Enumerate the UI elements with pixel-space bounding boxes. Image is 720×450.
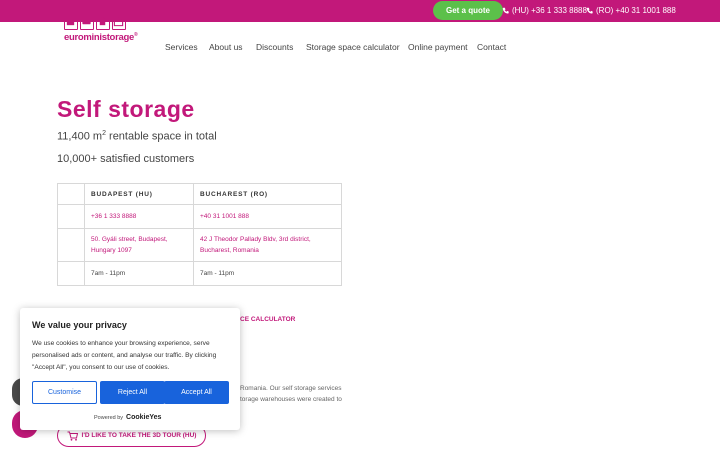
powered-by-text: Powered by [94, 414, 124, 421]
address-budapest-link[interactable]: 50. Gyáli street, Budapest, Hungary 1097 [84, 228, 194, 262]
table-header-empty [57, 183, 85, 205]
header-budapest: BUDAPEST (HU) [84, 183, 194, 205]
cookie-text: We use cookies to enhance your browsing … [32, 340, 217, 371]
hours-budapest: 7am - 11pm [84, 261, 194, 286]
cookieyes-branding[interactable]: Powered by CookieYes [94, 414, 161, 421]
locations-table: BUDAPEST (HU) BUCHAREST (RO) +36 1 333 8… [57, 183, 342, 286]
nav-storage-space-calculator[interactable]: Storage space calculator [306, 42, 400, 52]
nav-services[interactable]: Services [165, 42, 198, 52]
table-cell-empty [57, 261, 85, 286]
lock-icon [96, 14, 110, 30]
phone-hu-link[interactable]: (HU) +36 1 333 8888 [502, 6, 587, 15]
phone-ro-link[interactable]: (RO) +40 31 1001 888 [586, 6, 676, 15]
body-text-line-1: Romania. Our self storage services [240, 385, 342, 392]
nav-contact[interactable]: Contact [477, 42, 506, 52]
body-text-line-2: torage warehouses were created to [240, 396, 342, 403]
get-a-quote-button[interactable]: Get a quote [433, 1, 503, 20]
phone-hu-text: (HU) +36 1 333 8888 [512, 6, 587, 15]
brand-logo[interactable]: euroministorage® [64, 14, 154, 52]
storage-unit-icon [64, 14, 78, 30]
cookie-title: We value your privacy [32, 320, 127, 330]
phone-bucharest-link[interactable]: +40 31 1001 888 [193, 204, 342, 229]
cookieyes-logo: CookieYes [126, 414, 162, 421]
cart-icon [67, 431, 78, 441]
sofa-icon [80, 14, 94, 30]
nav-discounts[interactable]: Discounts [256, 42, 293, 52]
phone-ro-text: (RO) +40 31 1001 888 [596, 6, 676, 15]
table-header-row: BUDAPEST (HU) BUCHAREST (RO) [57, 183, 342, 205]
table-row-address: 50. Gyáli street, Budapest, Hungary 1097 … [57, 228, 342, 262]
phone-icon [502, 7, 509, 14]
stat-customers: 10,000+ satisfied customers [57, 153, 195, 165]
table-cell-empty [57, 228, 85, 262]
house-icon [112, 14, 126, 30]
3d-tour-label: I'D LIKE TO TAKE THE 3D TOUR (HU) [81, 432, 197, 439]
cookie-consent-banner: We value your privacy We use cookies to … [20, 308, 240, 430]
logo-icons [64, 14, 154, 30]
cookie-customise-button[interactable]: Customise [32, 381, 97, 404]
table-row-phone: +36 1 333 8888 +40 31 1001 888 [57, 204, 342, 229]
phone-budapest-link[interactable]: +36 1 333 8888 [84, 204, 194, 229]
storage-calculator-link[interactable]: CE CALCULATOR [240, 316, 295, 323]
cookie-reject-all-button[interactable]: Reject All [100, 381, 165, 404]
cookie-accept-all-button[interactable]: Accept All [164, 381, 229, 404]
table-cell-empty [57, 204, 85, 229]
hours-bucharest: 7am - 11pm [193, 261, 342, 286]
phone-icon [586, 7, 593, 14]
logo-wordmark: euroministorage® [64, 32, 138, 44]
header-bucharest: BUCHAREST (RO) [193, 183, 342, 205]
table-row-hours: 7am - 11pm 7am - 11pm [57, 261, 342, 286]
nav-about-us[interactable]: About us [209, 42, 243, 52]
address-bucharest-link[interactable]: 42 J Theodor Pallady Bldv, 3rd district,… [193, 228, 342, 262]
stat-rentable-space: 11,400 m2 rentable space in total [57, 130, 217, 143]
page-title: Self storage [57, 96, 195, 122]
nav-online-payment[interactable]: Online payment [408, 42, 468, 52]
